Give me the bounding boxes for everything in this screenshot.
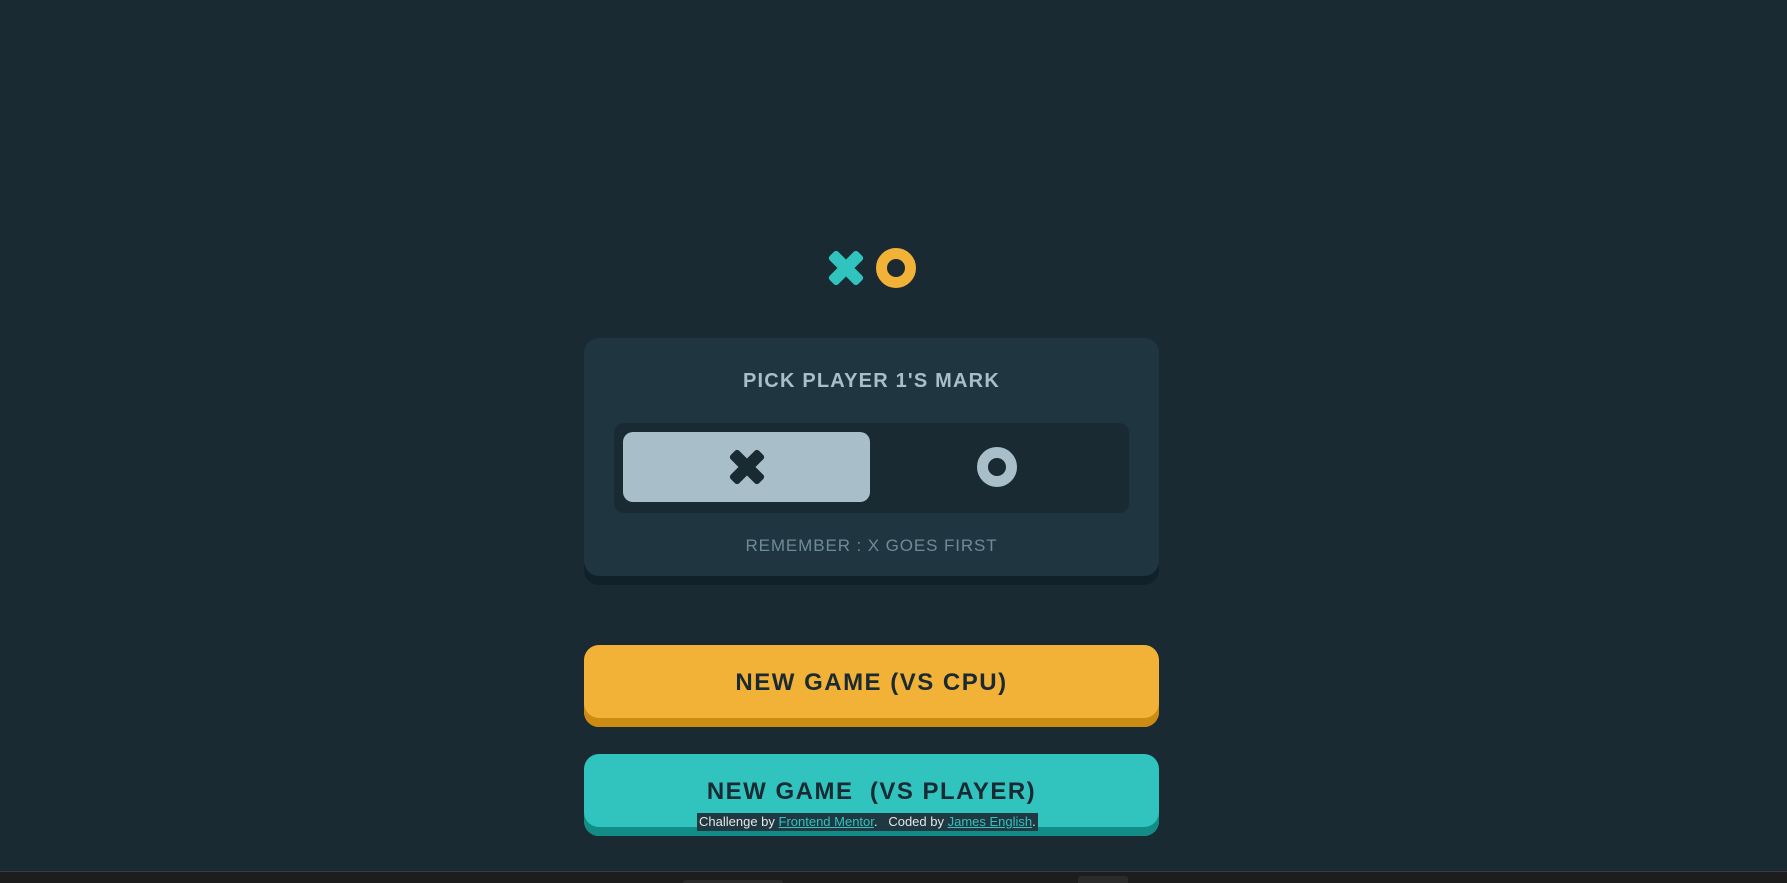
x-mark-icon	[729, 449, 764, 485]
author-link[interactable]: James English	[948, 814, 1033, 829]
frontend-mentor-link[interactable]: Frontend Mentor	[779, 814, 874, 829]
browser-bottom-bar	[0, 871, 1787, 883]
mark-picker-card: PICK PLAYER 1'S MARK REMEMBER : X GOES F…	[584, 338, 1159, 585]
mark-option-x[interactable]	[623, 432, 870, 502]
x-mark-icon	[828, 250, 864, 286]
attribution: Challenge by Frontend Mentor. Coded by J…	[697, 813, 1038, 831]
start-screen: PICK PLAYER 1'S MARK REMEMBER : X GOES F…	[0, 0, 1787, 883]
o-mark-icon	[876, 248, 916, 288]
mark-picker-title: PICK PLAYER 1'S MARK	[743, 370, 1000, 392]
new-game-vs-cpu-label: NEW GAME (VS CPU)	[735, 669, 1008, 696]
mark-toggle	[614, 423, 1129, 513]
mark-picker-hint: REMEMBER : X GOES FIRST	[745, 536, 998, 555]
mark-option-o[interactable]	[873, 432, 1120, 502]
attribution-middle: . Coded by	[873, 814, 948, 829]
o-mark-icon	[976, 447, 1017, 487]
logo	[825, 247, 917, 289]
attribution-suffix: .	[1032, 814, 1036, 829]
bottom-bar-tab	[1078, 876, 1128, 883]
new-game-vs-player-label: NEW GAME (VS PLAYER)	[706, 778, 1037, 805]
new-game-vs-cpu-button[interactable]: NEW GAME (VS CPU)	[584, 645, 1159, 727]
attribution-prefix: Challenge by	[699, 814, 779, 829]
